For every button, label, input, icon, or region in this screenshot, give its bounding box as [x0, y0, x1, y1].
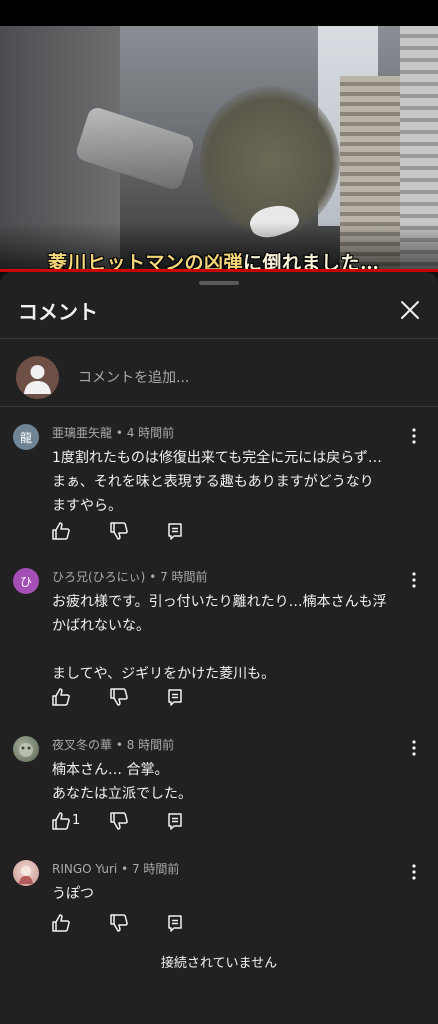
user-avatar-icon — [24, 365, 51, 394]
like-icon[interactable] — [50, 686, 72, 708]
header-divider — [0, 338, 438, 339]
like-icon[interactable] — [50, 912, 72, 934]
comment-author[interactable]: 夜叉冬の華 — [52, 738, 112, 752]
comments-panel: コメント コメントを追加... 龍 亜璃亜矢龍 • 4 時間前 1度割れたものは… — [0, 272, 438, 1024]
comment-text: お疲れ様です。引っ付いたり離れたり…楠本さんも浮 かばれないな。 ましてや、ジギ… — [52, 594, 387, 682]
comment-age: 4 時間前 — [126, 426, 175, 440]
comment-meta: 亜璃亜矢龍 • 4 時間前 — [52, 424, 174, 441]
comment-actions — [50, 520, 250, 544]
comment-meta: 夜叉冬の華 • 8 時間前 — [52, 736, 174, 753]
avatar-image-icon — [19, 743, 33, 757]
dislike-icon[interactable] — [108, 686, 130, 708]
drag-handle[interactable] — [199, 281, 239, 285]
comment-meta: ひろ兄(ひろにぃ) • 7 時間前 — [52, 568, 208, 585]
comment-age: 7 時間前 — [131, 862, 180, 876]
add-comment-row[interactable]: コメントを追加... — [0, 349, 438, 405]
comment-text: 1度割れたものは修復出来ても完全に元には戻らず… まぁ、それを味と表現する趣もあ… — [52, 450, 382, 514]
dislike-icon[interactable] — [108, 912, 130, 934]
video-player[interactable]: 菱川ヒットマンの凶弾に倒れました… — [0, 26, 438, 272]
avatar[interactable] — [13, 860, 39, 886]
status-bar — [0, 0, 438, 26]
avatar — [16, 356, 59, 399]
panel-title: コメント — [18, 300, 98, 324]
connection-status: 接続されていません — [160, 956, 278, 971]
add-comment-input[interactable]: コメントを追加... — [78, 367, 189, 387]
comment-meta: RINGO Yuri • 7 時間前 — [52, 860, 179, 877]
dislike-icon[interactable] — [108, 520, 130, 542]
avatar-initial: 龍 — [19, 430, 32, 445]
comment-author[interactable]: RINGO Yuri — [52, 862, 117, 876]
add-divider — [0, 406, 438, 407]
reply-icon[interactable] — [164, 810, 186, 832]
comment-actions — [50, 912, 250, 936]
comment-text: うぽつ — [52, 886, 94, 902]
reply-icon[interactable] — [164, 520, 186, 542]
meta-separator: • — [145, 570, 161, 584]
more-options-icon[interactable] — [406, 738, 422, 758]
avatar-image-icon — [19, 866, 33, 884]
close-icon[interactable] — [396, 296, 424, 324]
avatar-initial: ひ — [19, 574, 32, 589]
more-options-icon[interactable] — [406, 570, 422, 590]
comment-author[interactable]: ひろ兄(ひろにぃ) — [52, 570, 145, 584]
reply-icon[interactable] — [164, 912, 186, 934]
comment-actions — [50, 686, 250, 710]
panel-header: コメント — [0, 290, 438, 336]
like-count: 1 — [72, 813, 81, 828]
meta-separator: • — [112, 738, 127, 752]
dislike-icon[interactable] — [108, 810, 130, 832]
like-icon[interactable] — [50, 520, 72, 542]
comment-actions: 1 — [50, 810, 250, 834]
comment-text: 楠本さん… 合掌。 あなたは立派でした。 — [52, 762, 192, 802]
meta-separator: • — [112, 426, 127, 440]
more-options-icon[interactable] — [406, 862, 422, 882]
more-options-icon[interactable] — [406, 426, 422, 446]
like-icon[interactable] — [50, 810, 72, 832]
comment-age: 7 時間前 — [160, 570, 208, 584]
reply-icon[interactable] — [164, 686, 186, 708]
avatar[interactable]: 龍 — [13, 424, 39, 450]
avatar[interactable] — [13, 736, 39, 762]
avatar[interactable]: ひ — [13, 568, 39, 594]
comment-age: 8 時間前 — [126, 738, 175, 752]
comment-author[interactable]: 亜璃亜矢龍 — [52, 426, 112, 440]
meta-separator: • — [117, 862, 132, 876]
